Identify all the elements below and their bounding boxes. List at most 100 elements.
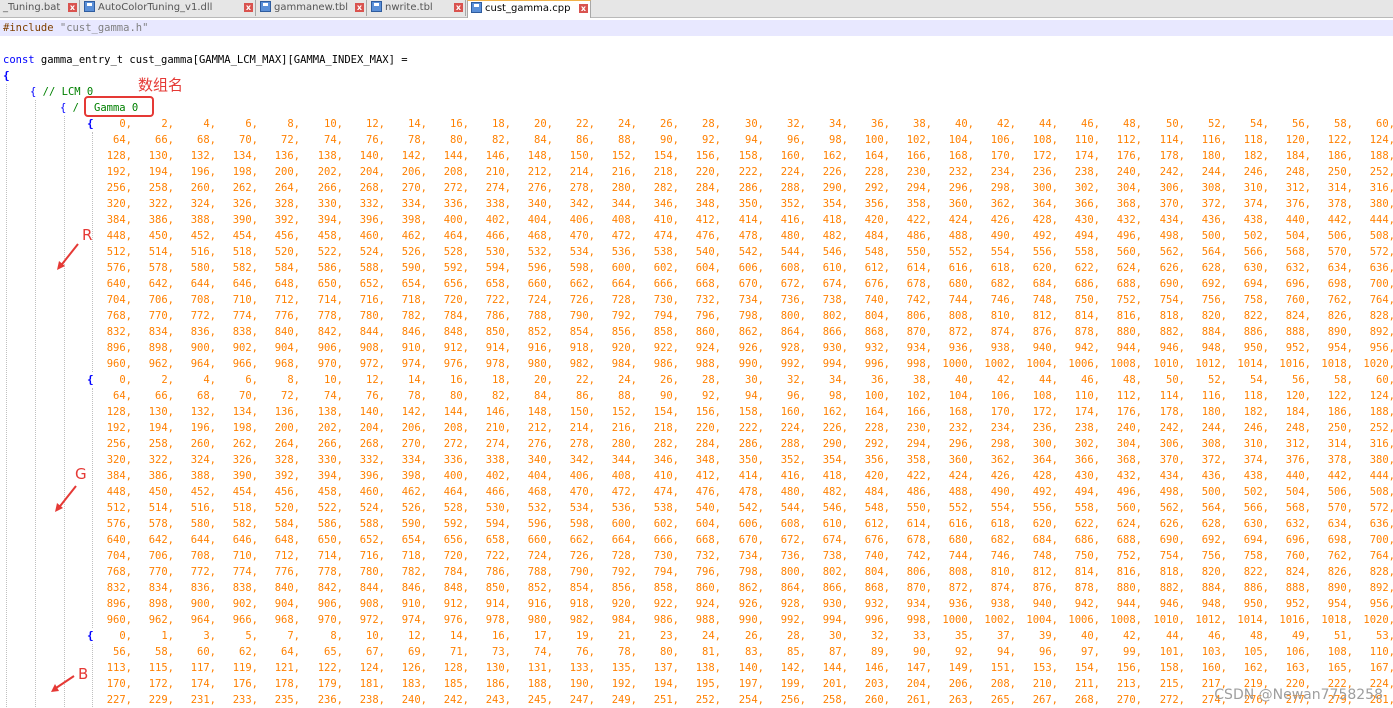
gamma-value: 2, [161, 374, 174, 386]
gamma-value: 828, [1369, 310, 1393, 322]
gamma-value: 682, [990, 278, 1016, 290]
gamma-value: 154, [1074, 662, 1100, 674]
gamma-value: 184, [1285, 406, 1311, 418]
gamma-value: 796, [695, 566, 721, 578]
gamma-value: 272, [1159, 694, 1185, 706]
gamma-value: 820, [1201, 566, 1227, 578]
gamma-value: 586, [317, 262, 343, 274]
gamma-value: 524, [359, 502, 385, 514]
gamma-value: 448, [106, 486, 132, 498]
gamma-value: 438, [1243, 470, 1269, 482]
gamma-value: 936, [948, 342, 974, 354]
gamma-value: 146, [485, 150, 511, 162]
gamma-value: 934, [906, 598, 932, 610]
gamma-value: 18, [492, 374, 511, 386]
gamma-value: 408, [611, 470, 637, 482]
gamma-value: 470, [569, 486, 595, 498]
gamma-value: 542, [738, 246, 764, 258]
gamma-value: 804, [864, 310, 890, 322]
gamma-value: 822, [1243, 310, 1269, 322]
gamma-value: 972, [359, 358, 385, 370]
gamma-value: 194, [653, 678, 679, 690]
gamma-value: 674, [822, 278, 848, 290]
gamma-row-g: 832, 834, 836, 838, 840, 842, 844, 846, 848, 850,… [0, 580, 1393, 596]
gamma-value: 662, [569, 278, 595, 290]
gamma-value: 836, [190, 326, 216, 338]
gamma-value: 282, [653, 182, 679, 194]
gamma-value: 848, [443, 326, 469, 338]
gamma-value: 110, [1369, 646, 1393, 658]
gamma-value: 428, [1032, 214, 1058, 226]
gamma-value: 852, [527, 582, 553, 594]
gamma-value: 232, [948, 166, 974, 178]
gamma-value: 566, [1243, 502, 1269, 514]
gamma-value: 146, [485, 406, 511, 418]
gamma-value: 882, [1159, 326, 1185, 338]
gamma-value: 78, [408, 390, 427, 402]
gamma-value: 506, [1327, 486, 1353, 498]
gamma-value: 178, [1159, 406, 1185, 418]
gamma-value: 90, [660, 390, 679, 402]
gamma-value: 154, [653, 406, 679, 418]
gamma-value: 300, [1032, 438, 1058, 450]
gamma-value: 278, [569, 438, 595, 450]
gamma-value: 630, [1243, 262, 1269, 274]
tab-gammanew-tbl[interactable]: gammanew.tbl x [257, 0, 367, 16]
close-icon[interactable]: x [244, 3, 253, 12]
gamma-value: 3, [203, 630, 216, 642]
gamma-value: 344, [611, 198, 637, 210]
tab-cust-gamma-cpp[interactable]: cust_gamma.cpp x [467, 0, 591, 18]
gamma-value: 1008, [1110, 358, 1142, 370]
gamma-value: 850, [485, 326, 511, 338]
gamma-value: 862, [738, 582, 764, 594]
gamma-value: 176, [232, 678, 258, 690]
gamma-value: 888, [1285, 582, 1311, 594]
gamma-value: 162, [822, 406, 848, 418]
close-icon[interactable]: x [68, 3, 77, 12]
gamma-value: 396, [359, 470, 385, 482]
gamma-value: 19, [576, 630, 595, 642]
gamma-value: 346, [653, 198, 679, 210]
code-editor[interactable]: #include "cust_gamma.h" const gamma_entr… [0, 18, 1393, 707]
gamma-value: 464, [443, 486, 469, 498]
gamma-value: 180, [1201, 406, 1227, 418]
gamma-value: 584, [274, 518, 300, 530]
gamma-value: 594, [485, 518, 511, 530]
gamma-value: 148, [527, 406, 553, 418]
gamma-value: 776, [274, 566, 300, 578]
gamma-value: 926, [738, 342, 764, 354]
gamma-value: 186, [1327, 150, 1353, 162]
gamma-value: 352, [780, 198, 806, 210]
gamma-value: 56, [1292, 374, 1311, 386]
tab-tuning-bat[interactable]: _Tuning.bat x [0, 0, 80, 16]
gamma-value: 456, [274, 230, 300, 242]
gamma-value: 314, [1327, 438, 1353, 450]
gamma-value: 898, [148, 598, 174, 610]
gamma-value: 782, [401, 566, 427, 578]
gamma-value: 0, [119, 630, 132, 642]
close-icon[interactable]: x [579, 4, 588, 13]
gamma-value: 450, [148, 486, 174, 498]
tab-nwrite-tbl[interactable]: nwrite.tbl x [368, 0, 466, 16]
gamma-value: 802, [822, 566, 848, 578]
gamma-value: 490, [990, 230, 1016, 242]
gamma-value: 788, [527, 566, 553, 578]
gamma-value: 360, [948, 454, 974, 466]
gamma-value: 508, [1369, 486, 1393, 498]
gamma-value: 948, [1201, 598, 1227, 610]
gamma-value: 92, [702, 390, 721, 402]
gamma-value: 604, [695, 262, 721, 274]
close-icon[interactable]: x [355, 3, 364, 12]
tab-autocolortuning-dll[interactable]: AutoColorTuning_v1.dll x [81, 0, 256, 16]
gamma-value: 532, [527, 502, 553, 514]
gamma-value: 276, [527, 438, 553, 450]
gamma-value: 548, [864, 502, 890, 514]
gamma-value: 900, [190, 342, 216, 354]
gamma-value: 258, [822, 694, 848, 706]
gamma-value: 39, [1039, 630, 1058, 642]
gamma-value: 888, [1285, 326, 1311, 338]
gamma-value: 6, [245, 374, 258, 386]
gamma-value: 1006, [1068, 358, 1100, 370]
gamma-value: 910, [401, 598, 427, 610]
close-icon[interactable]: x [454, 3, 463, 12]
